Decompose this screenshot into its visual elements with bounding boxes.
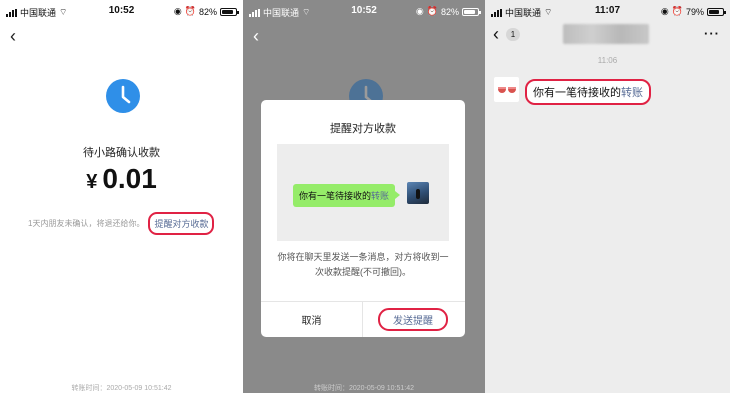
chat-screen: 中国联通 ⌔ 11:07 ◉ ⏰ 79% ‹ 1 ··· 11:06 你有一笔待… bbox=[485, 0, 730, 393]
avatar bbox=[407, 182, 429, 204]
alarm-icon: ⏰ bbox=[426, 6, 438, 16]
transfer-time: 转账时间：2020-05-09 10:51:42 bbox=[71, 385, 172, 392]
transfer-time: 转账时间：2020-05-09 10:51:42 bbox=[314, 385, 414, 392]
refund-hint-text: 1天内朋友未确认，将退还给你。 bbox=[28, 219, 145, 228]
battery-percent: 82% bbox=[440, 6, 459, 17]
send-remind-button[interactable]: 发送提醒 bbox=[378, 308, 448, 331]
message-timestamp: 11:06 bbox=[597, 56, 618, 65]
dialog-description: 你将在聊天里发送一条消息，对方将收到一次收款提醒(不可撤回)。 bbox=[277, 252, 449, 277]
battery-percent: 82% bbox=[198, 6, 217, 17]
cancel-button[interactable]: 取消 bbox=[261, 302, 363, 337]
preview-bubble-text: 你有一笔待接收的 bbox=[299, 191, 372, 201]
refund-hint: 1天内朋友未确认，将退还给你。 提醒对方收款 bbox=[28, 212, 215, 235]
avatar[interactable] bbox=[494, 77, 519, 102]
dialog-footer: 取消 发送提醒 bbox=[261, 301, 465, 337]
rotation-lock-icon: ◉ bbox=[173, 6, 182, 16]
preview-bubble-highlight: 转账 bbox=[371, 191, 390, 201]
battery-icon bbox=[220, 7, 239, 16]
transfer-detail-screen: 中国联通 ⌔ 10:52 ◉ ⏰ 82% ‹ 待小路确认收款 ¥0.01 1天内… bbox=[0, 0, 243, 393]
back-chevron-icon[interactable]: ‹ bbox=[253, 26, 259, 47]
status-bar: 中国联通 ⌔ 10:52 ◉ ⏰ 82% bbox=[243, 0, 485, 22]
message-preview: 你有一笔待接收的转账 bbox=[277, 144, 449, 241]
back-chevron-icon[interactable]: ‹ bbox=[10, 26, 16, 47]
chat-message-link[interactable]: 转账 bbox=[621, 87, 643, 99]
preview-bubble: 你有一笔待接收的转账 bbox=[293, 184, 401, 207]
transfer-amount: ¥0.01 bbox=[0, 163, 243, 195]
currency-symbol: ¥ bbox=[86, 171, 98, 193]
alarm-icon: ⏰ bbox=[184, 6, 196, 16]
alarm-icon: ⏰ bbox=[671, 6, 683, 16]
cup-icon bbox=[497, 86, 506, 93]
unread-count-badge: 1 bbox=[506, 28, 520, 41]
chat-message-text: 你有一笔待接收的 bbox=[533, 87, 621, 99]
back-chevron-icon[interactable]: ‹ bbox=[493, 24, 499, 45]
status-right: ◉ ⏰ 79% bbox=[660, 6, 726, 17]
remind-dialog: 提醒对方收款 你有一笔待接收的转账 你将在聊天里发送一条消息，对方将收到一次收款… bbox=[261, 100, 465, 337]
battery-icon bbox=[707, 7, 726, 16]
status-bar: 中国联通 ⌔ 10:52 ◉ ⏰ 82% bbox=[0, 0, 243, 22]
remind-payee-link[interactable]: 提醒对方收款 bbox=[148, 212, 215, 235]
chat-title-blurred bbox=[563, 24, 649, 44]
battery-icon bbox=[462, 7, 481, 16]
battery-percent: 79% bbox=[685, 6, 704, 17]
rotation-lock-icon: ◉ bbox=[415, 6, 424, 16]
status-right: ◉ ⏰ 82% bbox=[173, 6, 239, 17]
cup-icon bbox=[507, 86, 516, 93]
chat-message-bubble[interactable]: 你有一笔待接收的转账 bbox=[525, 79, 651, 105]
clock-icon bbox=[106, 79, 140, 113]
more-icon[interactable]: ··· bbox=[704, 26, 720, 41]
amount-value: 0.01 bbox=[102, 163, 157, 194]
status-bar: 中国联通 ⌔ 11:07 ◉ ⏰ 79% bbox=[485, 0, 730, 22]
remind-dialog-screen: 中国联通 ⌔ 10:52 ◉ ⏰ 82% ‹ 提醒对方收款 你有一笔待接收的转账… bbox=[243, 0, 485, 393]
rotation-lock-icon: ◉ bbox=[660, 6, 669, 16]
status-right: ◉ ⏰ 82% bbox=[415, 6, 481, 17]
pending-status-text: 待小路确认收款 bbox=[83, 147, 160, 159]
dialog-title: 提醒对方收款 bbox=[330, 123, 396, 135]
